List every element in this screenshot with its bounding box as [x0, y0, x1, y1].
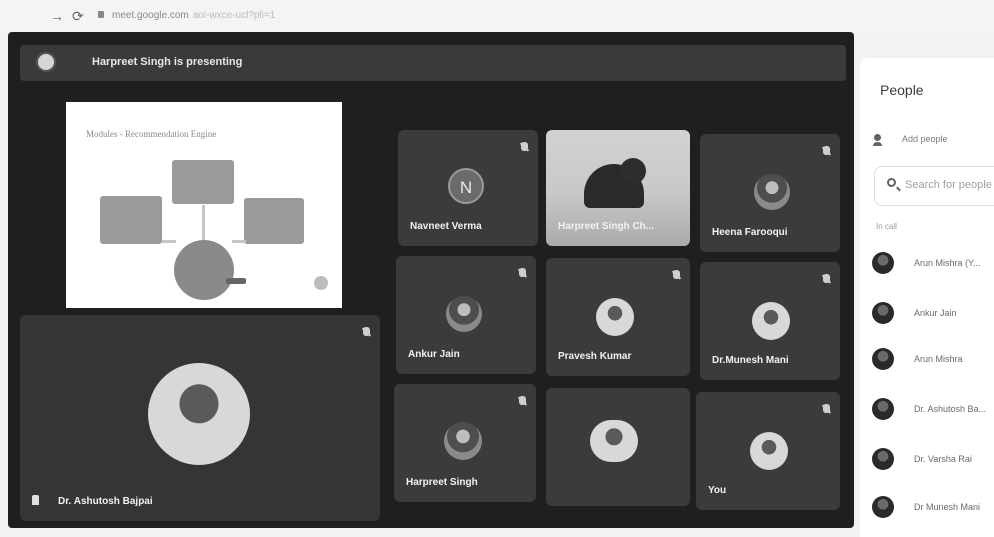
person-name: Dr. Varsha Rai [914, 454, 972, 464]
participant-name: Pravesh Kumar [558, 351, 632, 362]
slide-connector [202, 205, 205, 241]
avatar [872, 252, 894, 274]
video-feed [620, 158, 646, 184]
reload-icon[interactable]: ⟳ [72, 8, 84, 25]
forward-icon[interactable]: → [50, 8, 64, 24]
browser-toolbar: → ⟳ meet.google.com aoi-wxce-ucl?pli=1 [0, 0, 994, 32]
participant-name: Navneet Verma [410, 221, 482, 232]
mic-off-icon [673, 142, 680, 151]
person-name: Ankur Jain [914, 308, 957, 318]
address-bar[interactable]: meet.google.com aoi-wxce-ucl?pli=1 [112, 10, 275, 21]
participant-avatar [750, 432, 788, 470]
slide-box-right [244, 198, 304, 244]
avatar [872, 448, 894, 470]
participant-tile[interactable]: Heena Farooqui [700, 134, 840, 252]
people-list-item[interactable]: Dr. Ashutosh Ba... [872, 398, 994, 424]
pin-icon[interactable] [32, 495, 39, 505]
participant-name: Ankur Jain [408, 349, 460, 360]
participant-tile-video[interactable]: Harpreet Singh Ch... [546, 130, 690, 246]
person-name: Dr Munesh Mani [914, 502, 981, 512]
participant-name: Heena Farooqui [712, 227, 788, 238]
participant-name: Harpreet Singh Ch... [558, 221, 655, 232]
presenting-text: Harpreet Singh is presenting [92, 56, 243, 68]
people-panel: People Add people Search for people In c… [860, 58, 994, 537]
people-list-item[interactable]: Arun Mishra [872, 348, 994, 374]
search-icon [887, 178, 896, 187]
presenter-avatar [36, 52, 56, 72]
participant-avatar [590, 420, 638, 462]
participant-avatar [446, 296, 482, 332]
mic-off-icon [823, 404, 830, 413]
mic-off-icon [823, 146, 830, 155]
mic-off-icon [519, 268, 526, 277]
people-list-item[interactable]: Ankur Jain [872, 302, 994, 328]
mic-off-icon [673, 270, 680, 279]
lock-icon [98, 11, 104, 18]
participant-avatar [596, 298, 634, 336]
participant-tile-self[interactable]: You [696, 392, 840, 510]
people-list-item[interactable]: Dr. Varsha Rai [872, 448, 994, 474]
participant-tile[interactable] [546, 388, 690, 506]
url-path: aoi-wxce-ucl?pli=1 [192, 10, 276, 21]
slide-title: Modules - Recommendation Engine [86, 129, 217, 139]
participant-avatar [444, 422, 482, 460]
participant-avatar [148, 363, 250, 465]
add-people-link[interactable]: Add people [902, 134, 948, 144]
slide-box-left [100, 196, 162, 244]
presenting-banner: Harpreet Singh is presenting [20, 45, 846, 81]
participant-tile-pinned[interactable]: Dr. Ashutosh Bajpai [20, 315, 380, 521]
shared-screen[interactable]: Modules - Recommendation Engine [66, 102, 342, 308]
people-list-item[interactable]: Dr Munesh Mani [872, 496, 994, 522]
slide-connector [232, 240, 246, 243]
people-title: People [880, 82, 924, 98]
participant-tile[interactable]: Dr.Munesh Mani [700, 262, 840, 380]
slide-label [226, 278, 246, 284]
slide-box-top [172, 160, 234, 204]
participant-tile[interactable]: N Navneet Verma [398, 130, 538, 246]
avatar [872, 496, 894, 518]
search-placeholder: Search for people [905, 179, 992, 191]
slide-control-icon[interactable] [314, 276, 328, 290]
participant-tile[interactable]: Ankur Jain [396, 256, 536, 374]
avatar [872, 398, 894, 420]
url-host: meet.google.com [112, 10, 189, 21]
participant-tile[interactable]: Pravesh Kumar [546, 258, 690, 376]
add-person-icon[interactable] [873, 134, 888, 146]
mic-off-icon [363, 327, 370, 336]
participant-name: You [708, 485, 727, 496]
participant-avatar [754, 174, 790, 210]
mic-off-icon [521, 142, 528, 151]
participant-tile[interactable]: Harpreet Singh [394, 384, 536, 502]
mic-off-icon [519, 396, 526, 405]
person-name: Arun Mishra [914, 354, 963, 364]
avatar [872, 302, 894, 324]
slide-circle [174, 240, 234, 300]
avatar [872, 348, 894, 370]
slide-connector [162, 240, 176, 243]
participant-name: Dr. Ashutosh Bajpai [58, 496, 153, 507]
participant-avatar: N [448, 168, 484, 204]
search-people-input[interactable]: Search for people [874, 166, 994, 206]
participant-name: Harpreet Singh [406, 477, 478, 488]
people-list-item[interactable]: Arun Mishra (Y... [872, 252, 994, 278]
in-call-section-label: In call [876, 222, 897, 231]
mic-off-icon [823, 274, 830, 283]
participant-name: Dr.Munesh Mani [712, 355, 789, 366]
person-name: Dr. Ashutosh Ba... [914, 404, 987, 414]
participant-avatar [752, 302, 790, 340]
person-name: Arun Mishra (Y... [914, 258, 981, 268]
